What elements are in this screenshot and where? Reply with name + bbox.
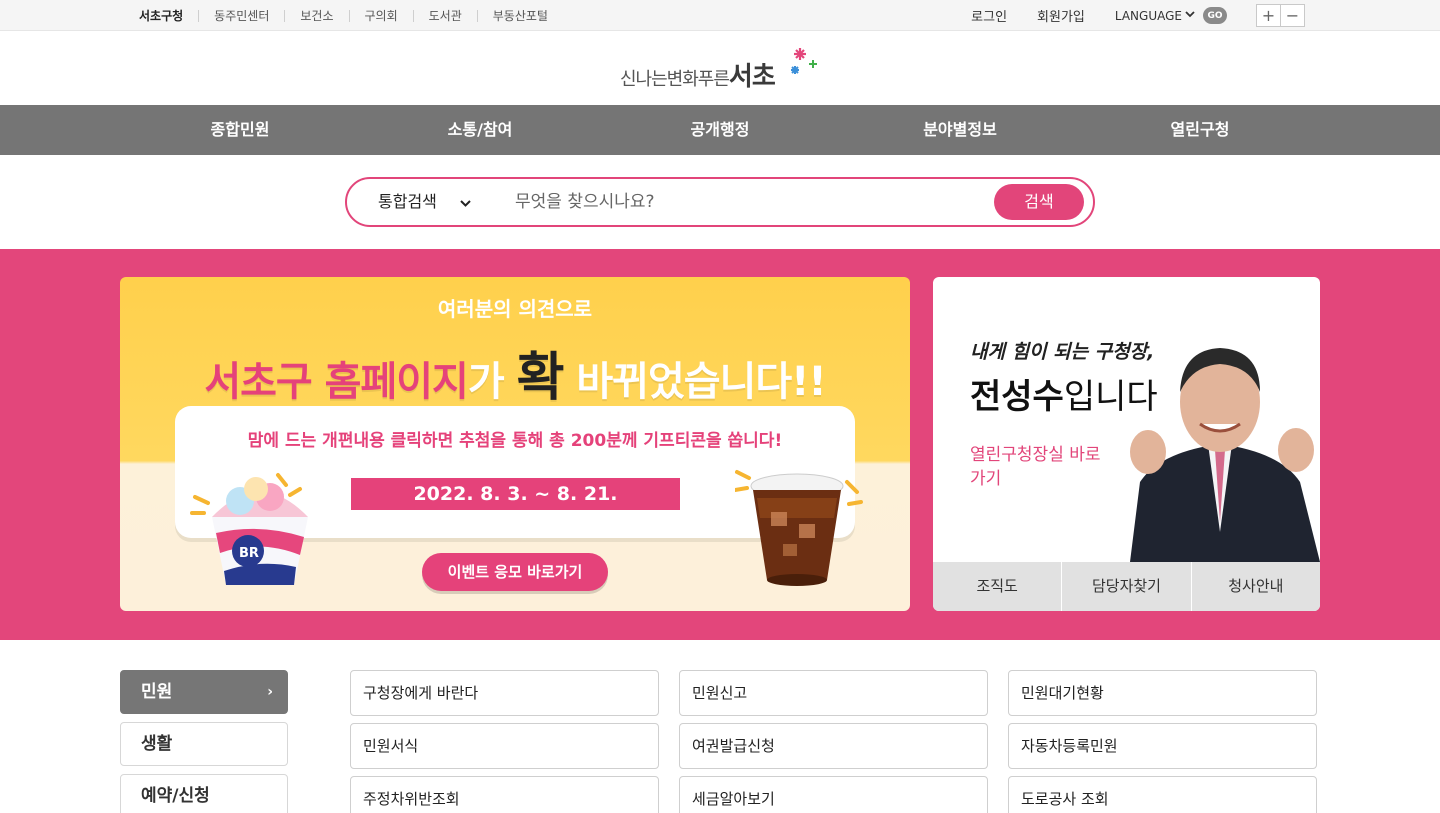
- seocho-logo[interactable]: 신나는변화푸른서초: [620, 46, 820, 93]
- zoom-out-button[interactable]: −: [1280, 4, 1305, 27]
- banner-subtitle: 여러분의 의견으로: [437, 297, 593, 321]
- banner-title: 서초구 홈페이지가 확 바뀌었습니다!!: [120, 335, 910, 410]
- event-apply-button[interactable]: 이벤트 응모 바로가기: [422, 553, 608, 591]
- iced-coffee-icon: [735, 470, 863, 586]
- site-link-library[interactable]: 도서관: [412, 9, 477, 22]
- find-staff-button[interactable]: 담당자찾기: [1061, 562, 1190, 611]
- font-zoom-controls: + −: [1256, 4, 1305, 27]
- category-label: 예약/신청: [141, 786, 210, 806]
- service-link[interactable]: 여권발급신청: [679, 723, 988, 769]
- site-link-health-center[interactable]: 보건소: [284, 9, 348, 22]
- chevron-down-icon: [460, 196, 471, 210]
- logo-text: 신나는변화푸른서초: [620, 56, 776, 93]
- category-tab-reservation[interactable]: 예약/신청: [120, 774, 288, 813]
- event-banner[interactable]: 여러분의 의견으로 서초구 홈페이지가 확 바뀌었습니다!! 맘에 드는 개편내…: [120, 277, 910, 611]
- service-link[interactable]: 자동차등록민원: [1008, 723, 1317, 769]
- search-category-label: 통합검색: [378, 192, 437, 211]
- mayor-quick-tabs: 조직도 담당자찾기 청사안내: [933, 562, 1320, 611]
- search-input[interactable]: [515, 187, 985, 217]
- building-guide-button[interactable]: 청사안내: [1190, 562, 1320, 611]
- service-link[interactable]: 주정차위반조회: [350, 776, 659, 813]
- category-tab-civil[interactable]: 민원 ›: [120, 670, 288, 714]
- nav-item-open-office[interactable]: 열린구청: [1080, 105, 1320, 155]
- banner-title-part: 바뀌었습니다!!: [563, 359, 826, 405]
- search-category-select[interactable]: 통합검색: [378, 179, 471, 225]
- language-go-button[interactable]: GO: [1203, 7, 1227, 24]
- service-link[interactable]: 세금알아보기: [679, 776, 988, 813]
- site-links: 서초구청 동주민센터 보건소 구의회 도서관 부동산포털: [124, 0, 563, 31]
- nav-item-civil-service[interactable]: 종합민원: [120, 105, 360, 155]
- cup-logo-text: BR: [239, 546, 259, 561]
- chevron-down-icon: [1185, 10, 1195, 21]
- category-label: 민원: [141, 682, 173, 702]
- service-link[interactable]: 민원신고: [679, 670, 988, 716]
- logo-stars-icon: [791, 48, 817, 74]
- mayor-name-text: 전성수: [970, 377, 1064, 417]
- logo-name: 서초: [728, 62, 776, 92]
- nav-item-field-info[interactable]: 분야별정보: [840, 105, 1080, 155]
- mayor-photo: [1130, 348, 1320, 562]
- chevron-right-icon: ›: [267, 684, 273, 700]
- search-bar: 통합검색 검색: [345, 177, 1095, 227]
- site-link-dong-center[interactable]: 동주민센터: [198, 9, 284, 22]
- site-link-council[interactable]: 구의회: [348, 9, 413, 22]
- org-chart-button[interactable]: 조직도: [933, 562, 1061, 611]
- category-label: 생활: [141, 734, 173, 754]
- banner-title-part: 서초구 홈페이지: [204, 359, 469, 405]
- service-link[interactable]: 민원대기현황: [1008, 670, 1317, 716]
- top-utility-bar: 서초구청 동주민센터 보건소 구의회 도서관 부동산포털 로그인 회원가입 LA…: [0, 0, 1440, 31]
- nav-item-open-admin[interactable]: 공개행정: [600, 105, 840, 155]
- category-tab-life[interactable]: 생활: [120, 722, 288, 766]
- site-link-realestate[interactable]: 부동산포털: [476, 9, 563, 22]
- login-link[interactable]: 로그인: [971, 6, 1007, 25]
- service-link[interactable]: 도로공사 조회: [1008, 776, 1317, 813]
- zoom-in-button[interactable]: +: [1256, 4, 1281, 27]
- utility-menu: 로그인 회원가입 LANGUAGE GO + −: [941, 0, 1305, 31]
- join-link[interactable]: 회원가입: [1037, 6, 1085, 25]
- banner-event-period: 2022. 8. 3. ~ 8. 21.: [351, 478, 680, 510]
- search-button[interactable]: 검색: [994, 184, 1084, 220]
- service-link[interactable]: 민원서식: [350, 723, 659, 769]
- banner-description: 맘에 드는 개편내용 클릭하면 추첨을 통해 총 200분께 기프티콘을 쏩니다…: [247, 431, 783, 451]
- language-select[interactable]: LANGUAGE GO: [1115, 7, 1227, 24]
- mayor-card: 내게 힘이 되는 구청장, 전성수입니다 열린구청장실 바로가기 조직도 담당자…: [933, 277, 1320, 611]
- mayor-office-link[interactable]: 열린구청장실 바로가기: [970, 443, 1110, 491]
- logo-tagline: 신나는변화푸른: [620, 69, 730, 90]
- banner-title-emphasis: 확: [516, 348, 565, 408]
- nav-item-communication[interactable]: 소통/참여: [360, 105, 600, 155]
- main-navigation: 종합민원 소통/참여 공개행정 분야별정보 열린구청: [0, 105, 1440, 155]
- banner-title-part: 가: [467, 359, 517, 405]
- language-label: LANGUAGE: [1114, 8, 1182, 23]
- ice-cream-cup-icon: BR: [190, 473, 308, 585]
- site-link-gucheong[interactable]: 서초구청: [124, 10, 198, 22]
- service-link[interactable]: 구청장에게 바란다: [350, 670, 659, 716]
